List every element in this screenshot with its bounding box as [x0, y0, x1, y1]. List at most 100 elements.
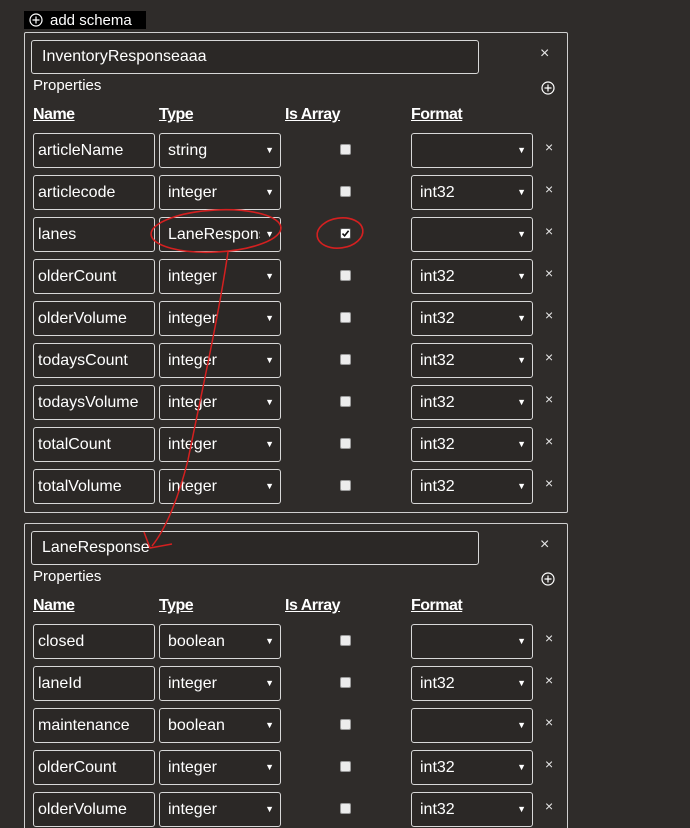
property-name-input[interactable]: olderVolume: [33, 792, 155, 827]
property-name-input[interactable]: totalVolume: [33, 469, 155, 504]
is-array-checkbox[interactable]: [340, 186, 351, 197]
remove-property-button[interactable]: ×: [545, 139, 553, 155]
is-array-checkbox[interactable]: [340, 396, 351, 407]
property-name-input[interactable]: articleName: [33, 133, 155, 168]
caret-down-icon: ▼: [265, 636, 274, 646]
add-property-icon[interactable]: [541, 572, 555, 591]
column-header-is-array: Is Array: [285, 106, 341, 123]
is-array-checkbox[interactable]: [340, 761, 351, 772]
is-array-checkbox[interactable]: [340, 354, 351, 365]
remove-property-button[interactable]: ×: [545, 714, 553, 730]
format-select[interactable]: int32 ▼: [411, 343, 533, 378]
type-select[interactable]: LaneResponse ▼: [159, 217, 281, 252]
remove-property-button[interactable]: ×: [545, 475, 553, 491]
property-row: laneId integer ▼ int32 ▼ ×: [25, 666, 567, 708]
type-select[interactable]: integer ▼: [159, 469, 281, 504]
property-name-input[interactable]: lanes: [33, 217, 155, 252]
format-select[interactable]: int32 ▼: [411, 666, 533, 701]
add-property-icon[interactable]: [541, 81, 555, 100]
type-select[interactable]: integer ▼: [159, 666, 281, 701]
property-row: articleName string ▼ ▼ ×: [25, 133, 567, 175]
remove-schema-button[interactable]: ×: [540, 45, 549, 63]
is-array-checkbox[interactable]: [340, 270, 351, 281]
column-header-format: Format: [411, 597, 463, 614]
remove-schema-button[interactable]: ×: [540, 536, 549, 554]
caret-down-icon: ▼: [265, 271, 274, 281]
property-name-input[interactable]: maintenance: [33, 708, 155, 743]
type-select-value: integer: [168, 310, 217, 327]
type-select[interactable]: integer ▼: [159, 792, 281, 827]
is-array-checkbox[interactable]: [340, 480, 351, 491]
remove-property-button[interactable]: ×: [545, 349, 553, 365]
property-name-input[interactable]: olderCount: [33, 750, 155, 785]
caret-down-icon: ▼: [265, 187, 274, 197]
format-select[interactable]: int32 ▼: [411, 175, 533, 210]
remove-property-button[interactable]: ×: [545, 433, 553, 449]
property-name-input[interactable]: articlecode: [33, 175, 155, 210]
property-name-input[interactable]: totalCount: [33, 427, 155, 462]
is-array-checkbox[interactable]: [340, 228, 351, 239]
format-select-value: int32: [420, 268, 455, 285]
type-select[interactable]: boolean ▼: [159, 708, 281, 743]
add-schema-button[interactable]: add schema: [24, 11, 146, 29]
type-select-value: integer: [168, 352, 217, 369]
caret-down-icon: ▼: [265, 678, 274, 688]
schema-name-input[interactable]: InventoryResponseaaa: [31, 40, 479, 74]
format-select[interactable]: int32 ▼: [411, 427, 533, 462]
property-row: closed boolean ▼ ▼ ×: [25, 624, 567, 666]
caret-down-icon: ▼: [265, 313, 274, 323]
type-select[interactable]: integer ▼: [159, 259, 281, 294]
column-header-is-array: Is Array: [285, 597, 341, 614]
property-name-input[interactable]: laneId: [33, 666, 155, 701]
property-row: olderCount integer ▼ int32 ▼ ×: [25, 750, 567, 792]
remove-property-button[interactable]: ×: [545, 756, 553, 772]
is-array-checkbox[interactable]: [340, 719, 351, 730]
property-name-input[interactable]: olderCount: [33, 259, 155, 294]
property-name-input[interactable]: olderVolume: [33, 301, 155, 336]
format-select[interactable]: int32 ▼: [411, 750, 533, 785]
type-select-value: boolean: [168, 717, 225, 734]
type-select[interactable]: integer ▼: [159, 427, 281, 462]
schema-name-input[interactable]: LaneResponse: [31, 531, 479, 565]
check-icon: [341, 230, 350, 238]
is-array-checkbox[interactable]: [340, 803, 351, 814]
format-select[interactable]: ▼: [411, 624, 533, 659]
remove-property-button[interactable]: ×: [545, 798, 553, 814]
property-name-input[interactable]: todaysCount: [33, 343, 155, 378]
format-select[interactable]: ▼: [411, 133, 533, 168]
format-select[interactable]: int32 ▼: [411, 259, 533, 294]
type-select[interactable]: integer ▼: [159, 175, 281, 210]
format-select[interactable]: int32 ▼: [411, 792, 533, 827]
type-select-value: integer: [168, 268, 217, 285]
remove-property-button[interactable]: ×: [545, 265, 553, 281]
type-select[interactable]: integer ▼: [159, 385, 281, 420]
format-select[interactable]: ▼: [411, 708, 533, 743]
format-select[interactable]: int32 ▼: [411, 469, 533, 504]
remove-property-button[interactable]: ×: [545, 630, 553, 646]
property-name-input[interactable]: closed: [33, 624, 155, 659]
remove-property-button[interactable]: ×: [545, 391, 553, 407]
format-select[interactable]: int32 ▼: [411, 385, 533, 420]
property-name-input[interactable]: todaysVolume: [33, 385, 155, 420]
property-row: todaysCount integer ▼ int32 ▼ ×: [25, 343, 567, 385]
property-row: todaysVolume integer ▼ int32 ▼ ×: [25, 385, 567, 427]
format-select[interactable]: ▼: [411, 217, 533, 252]
is-array-checkbox[interactable]: [340, 312, 351, 323]
format-select-value: int32: [420, 184, 455, 201]
remove-property-button[interactable]: ×: [545, 307, 553, 323]
is-array-checkbox[interactable]: [340, 677, 351, 688]
remove-property-button[interactable]: ×: [545, 223, 553, 239]
is-array-checkbox[interactable]: [340, 635, 351, 646]
type-select[interactable]: integer ▼: [159, 750, 281, 785]
type-select-value: boolean: [168, 633, 225, 650]
remove-property-button[interactable]: ×: [545, 672, 553, 688]
remove-property-button[interactable]: ×: [545, 181, 553, 197]
type-select[interactable]: integer ▼: [159, 343, 281, 378]
type-select[interactable]: integer ▼: [159, 301, 281, 336]
caret-down-icon: ▼: [517, 762, 526, 772]
format-select[interactable]: int32 ▼: [411, 301, 533, 336]
is-array-checkbox[interactable]: [340, 144, 351, 155]
type-select[interactable]: string ▼: [159, 133, 281, 168]
is-array-checkbox[interactable]: [340, 438, 351, 449]
type-select[interactable]: boolean ▼: [159, 624, 281, 659]
